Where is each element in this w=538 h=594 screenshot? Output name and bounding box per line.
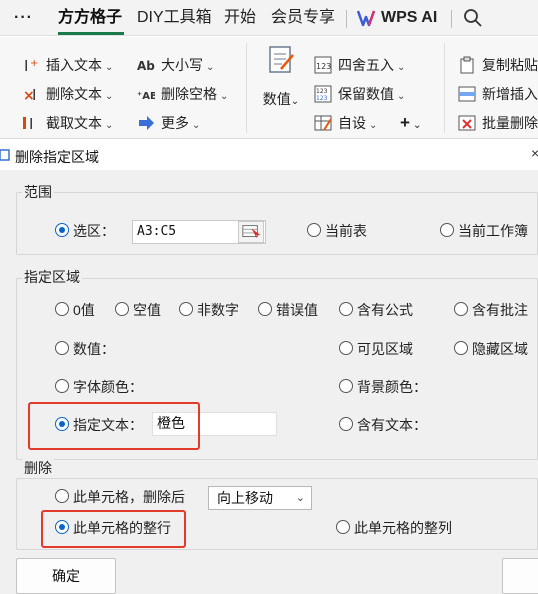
range-picker-button[interactable] — [238, 221, 264, 243]
dialog-titlebar: 删除指定区域 × — [0, 140, 538, 170]
svg-text:+: + — [30, 58, 38, 69]
numeric-icon — [269, 46, 294, 73]
custom-button[interactable]: 自设 ⌄ — [314, 112, 377, 134]
arrow-right-icon — [139, 116, 154, 131]
ok-button[interactable]: 确定 — [16, 558, 116, 594]
round-icon: 123 — [314, 56, 332, 74]
tab-ffgz[interactable]: 方方格子 — [58, 6, 122, 30]
radio-delete-cell-shift[interactable]: 此单元格，删除后 — [55, 487, 185, 507]
search-icon[interactable] — [463, 8, 483, 28]
add-button[interactable]: + ⌄ — [400, 112, 421, 134]
extract-text-button[interactable]: I 截取文本 ⌄ — [22, 112, 113, 134]
case-icon: Ab — [137, 59, 155, 73]
radio-delete-entire-col[interactable]: 此单元格的整列 — [336, 518, 452, 538]
highlight-entire-row — [41, 510, 186, 548]
specified-area-label: 指定区域 — [22, 267, 82, 287]
copy-paste-button[interactable]: 复制粘贴 — [458, 54, 538, 76]
dialog-app-icon — [0, 149, 10, 161]
radio-selection[interactable]: 选区： — [55, 221, 115, 241]
batch-delete-button[interactable]: 批量删除 — [458, 112, 538, 134]
menu-bar: ··· 方方格子 DIY工具箱 开始 会员专享 WPS AI — [0, 0, 538, 36]
svg-text:123: 123 — [316, 62, 331, 71]
radio-zero-value[interactable]: 0值 — [55, 300, 95, 320]
radio-hidden-area[interactable]: 隐藏区域 — [454, 339, 528, 359]
delete-text-button[interactable]: × I 删除文本 ⌄ — [22, 83, 113, 105]
range-picker-icon — [242, 225, 261, 238]
radio-non-numeric[interactable]: 非数字 — [179, 300, 239, 320]
svg-text:123: 123 — [316, 88, 328, 95]
close-icon[interactable]: × — [531, 145, 538, 161]
radio-font-color[interactable]: 字体颜色： — [55, 377, 143, 397]
delete-spaces-button[interactable]: ⁺AB 删除空格 ⌄ — [137, 83, 228, 105]
radio-bg-color[interactable]: 背景颜色： — [339, 377, 427, 397]
more-button[interactable]: 更多 ⌄ — [137, 112, 200, 134]
menu-divider — [346, 10, 347, 28]
keep-values-icon: 123123 — [314, 85, 332, 103]
case-button[interactable]: Ab 大小写 ⌄ — [137, 54, 214, 76]
shift-direction-select[interactable]: 向上移动 ⌄ — [208, 486, 312, 510]
tab-start[interactable]: 开始 — [224, 6, 256, 30]
extract-text-icon: I — [23, 115, 33, 132]
insert-text-icon: I + — [24, 57, 38, 74]
insert-rows-icon — [458, 86, 476, 102]
radio-current-workbook[interactable]: 当前工作簿 — [440, 221, 528, 241]
svg-text:Ab: Ab — [137, 59, 155, 73]
numeric-button[interactable]: 数值⌄ — [258, 45, 304, 109]
radio-numeric[interactable]: 数值： — [55, 339, 115, 359]
batch-delete-icon — [458, 115, 476, 131]
radio-has-comment[interactable]: 含有批注 — [454, 300, 528, 320]
radio-current-sheet[interactable]: 当前表 — [307, 221, 367, 241]
tab-diy-toolbox[interactable]: DIY工具箱 — [137, 6, 212, 30]
radio-has-formula[interactable]: 含有公式 — [339, 300, 413, 320]
add-insert-button[interactable]: 新增插入 — [458, 83, 538, 105]
radio-selected-indicator — [55, 223, 69, 238]
radio-error-value[interactable]: 错误值 — [258, 300, 318, 320]
chevron-down-icon: ⌄ — [295, 492, 305, 504]
tab-wps-ai[interactable]: WPS AI — [381, 6, 437, 30]
active-tab-indicator — [58, 32, 124, 35]
radio-empty-value[interactable]: 空值 — [115, 300, 161, 320]
svg-text:I: I — [29, 115, 33, 132]
insert-text-button[interactable]: I + 插入文本 ⌄ — [22, 54, 113, 76]
svg-text:123: 123 — [316, 95, 328, 102]
tab-member[interactable]: 会员专享 — [271, 6, 335, 30]
ribbon-toolbar: I + 插入文本 ⌄ × I 删除文本 ⌄ I 截取文本 ⌄ Ab 大小写 ⌄ ⁺AB 删除空格 ⌄ 更… — [0, 37, 538, 139]
menu-divider — [451, 10, 452, 28]
custom-icon — [314, 115, 332, 131]
range-group-label: 范围 — [22, 182, 54, 202]
svg-text:I: I — [24, 57, 28, 74]
delete-group-label: 删除 — [22, 458, 54, 478]
svg-text:I: I — [32, 86, 36, 103]
ribbon-divider — [246, 43, 247, 133]
keep-values-button[interactable]: 123 123 保留数值 ⌄ — [314, 83, 405, 105]
round-button[interactable]: 123 四舍五入 ⌄ — [314, 54, 405, 76]
delete-text-icon: ×I — [23, 86, 36, 103]
dialog-title: 删除指定区域 — [15, 149, 99, 165]
delete-range-dialog: 删除指定区域 × 范围 选区： A3:C5 当前表 当前工作簿 指定区域 0值 … — [0, 140, 538, 594]
highlight-specific-text — [28, 402, 200, 450]
cancel-button-partial[interactable] — [502, 558, 538, 594]
wps-ai-logo-icon — [357, 10, 376, 27]
radio-contains-text[interactable]: 含有文本： — [339, 415, 427, 435]
radio-visible-area[interactable]: 可见区域 — [339, 339, 413, 359]
clipboard-icon — [460, 56, 474, 74]
svg-text:⁺AB: ⁺AB — [137, 91, 155, 102]
ribbon-divider — [444, 43, 445, 133]
delete-spaces-icon: ⁺AB — [137, 91, 155, 102]
more-menu-icon[interactable]: ··· — [14, 6, 33, 30]
